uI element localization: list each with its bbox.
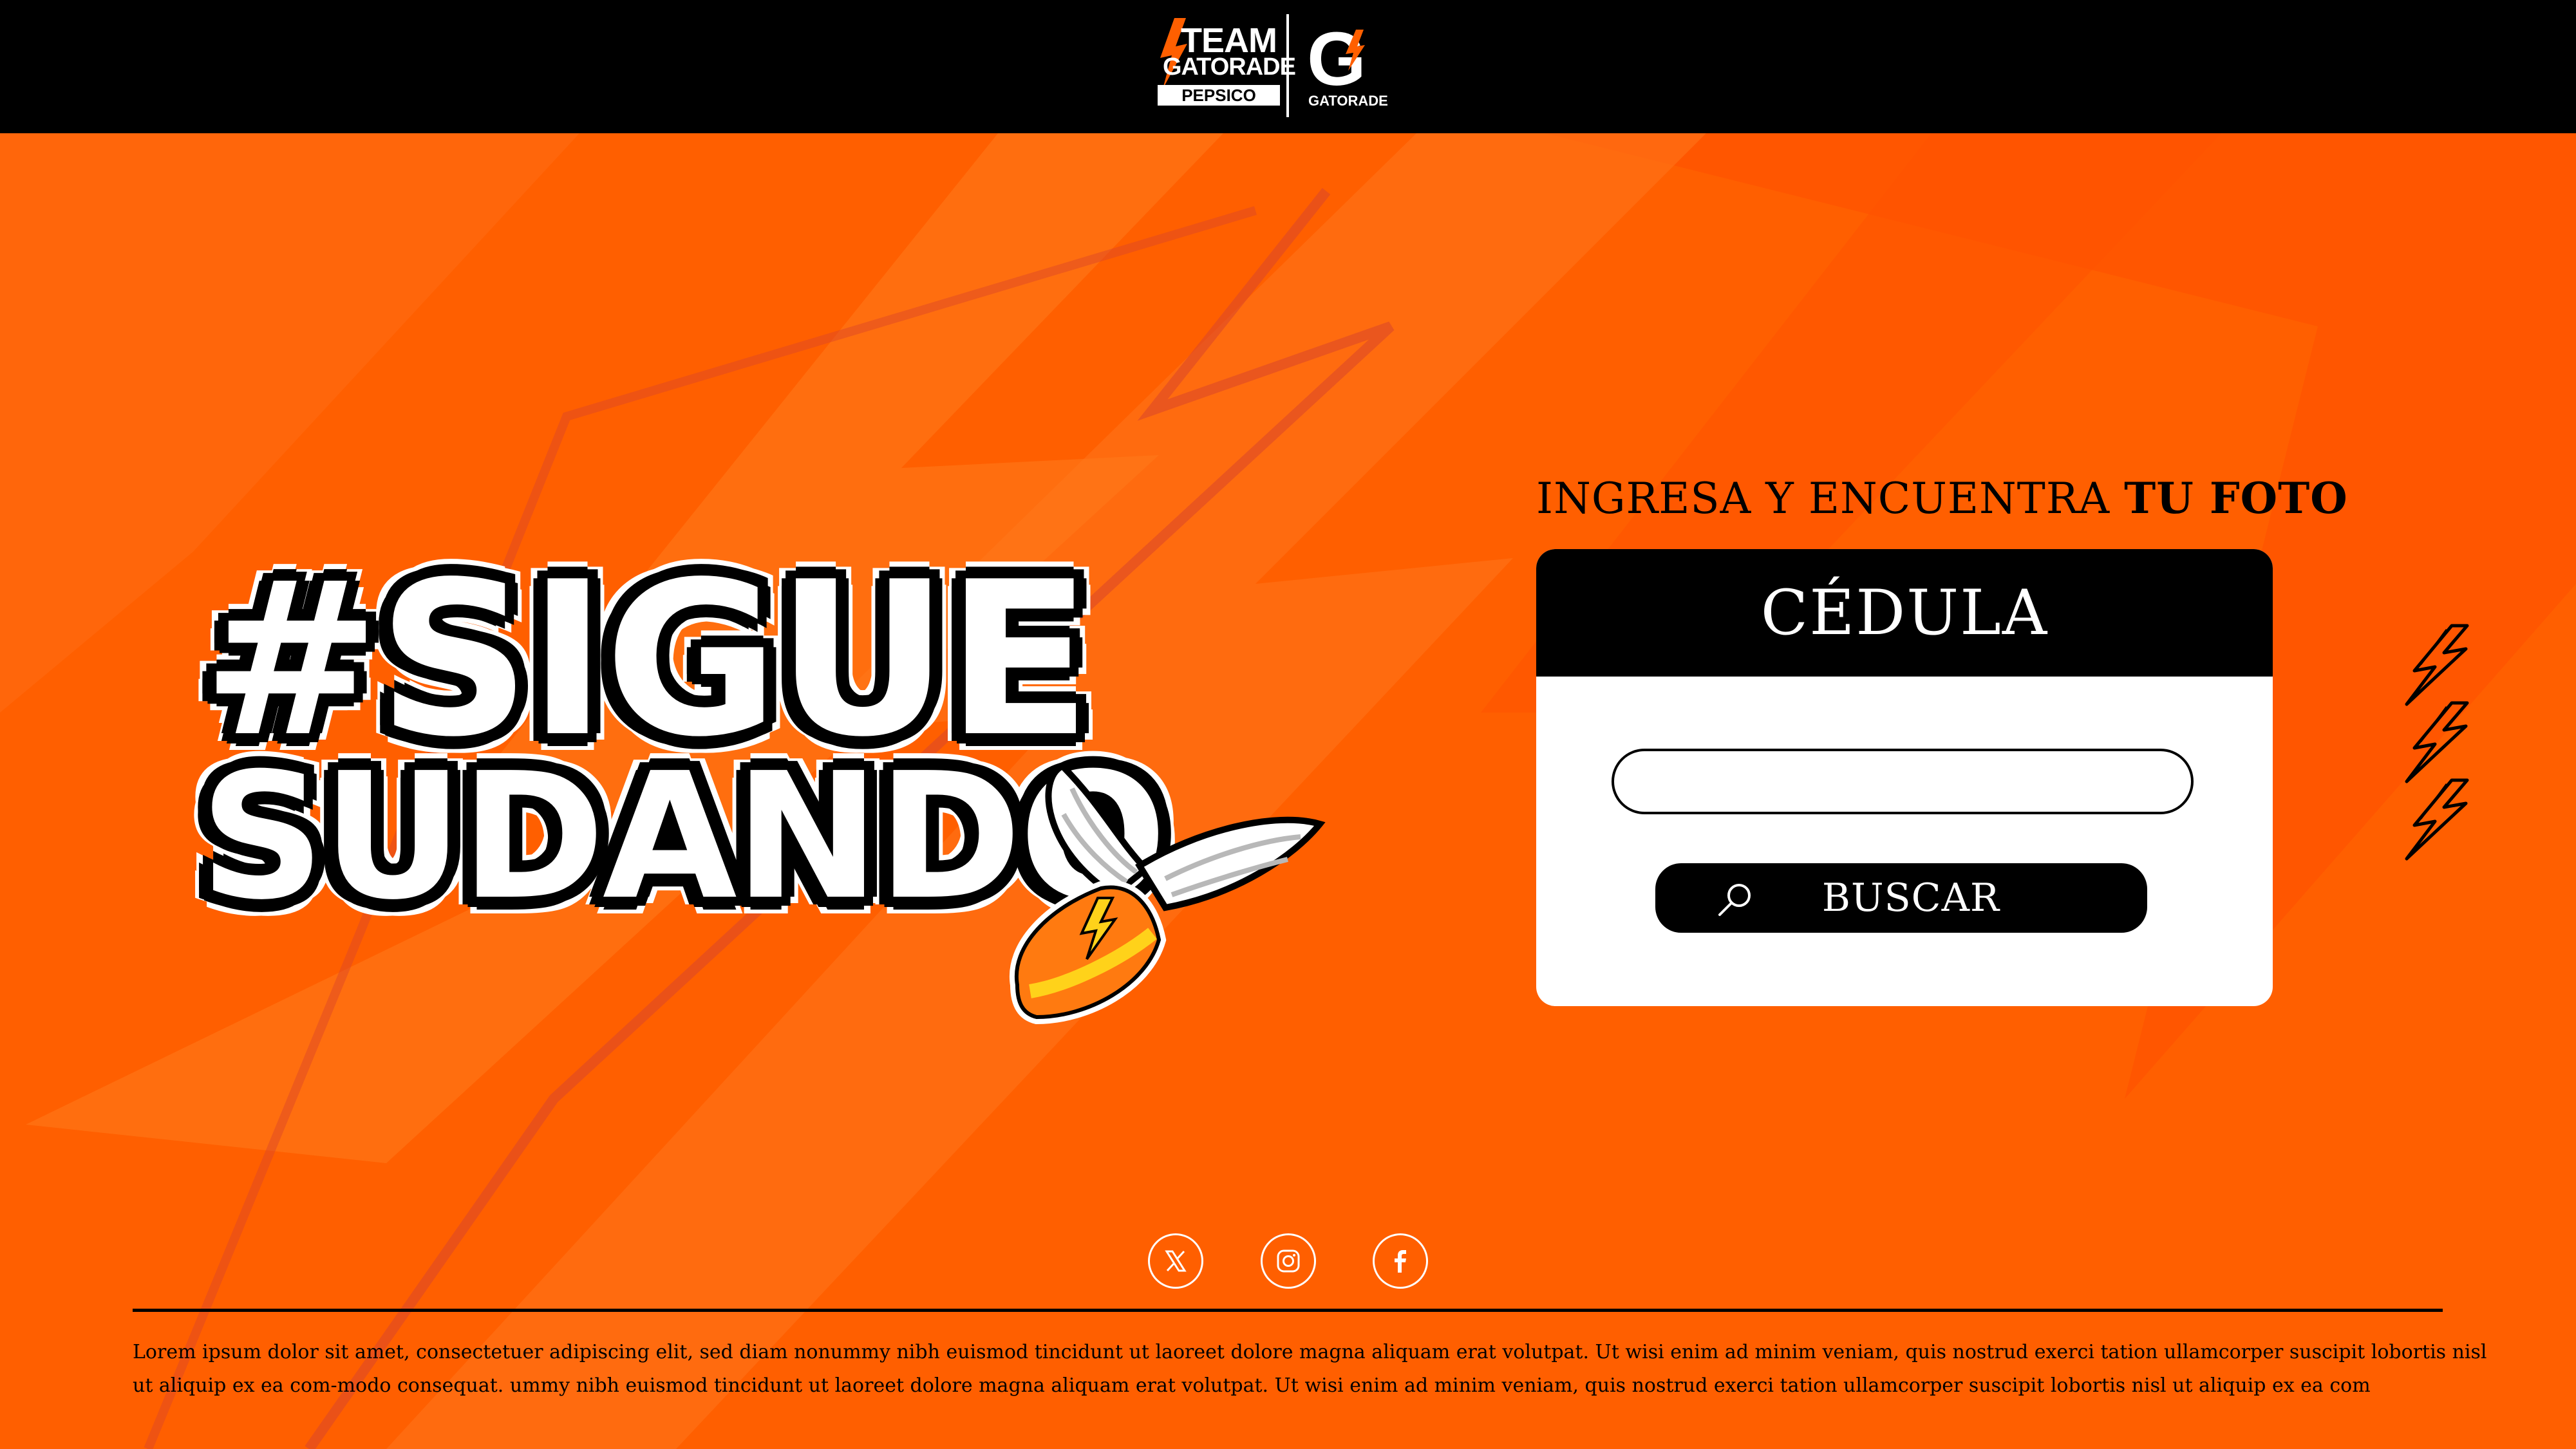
search-card: CÉDULA BUSCAR xyxy=(1536,549,2273,1006)
brand-divider xyxy=(1286,14,1289,117)
cedula-input[interactable] xyxy=(1612,749,2194,814)
bolt-icon xyxy=(2405,701,2469,783)
gatorade-wordmark: GATORADE xyxy=(1163,53,1296,80)
gatorade-caption: GATORADE xyxy=(1308,93,1388,109)
instagram-icon xyxy=(1277,1249,1300,1273)
hero-title-line-1: #SIGUE xyxy=(202,536,1091,783)
winged-shoe-illustration xyxy=(1009,762,1326,1025)
bolt-icon xyxy=(2405,778,2469,861)
instagram-social-link[interactable] xyxy=(1261,1233,1316,1289)
form-heading-emphasis: TU FOTO xyxy=(2124,473,2348,523)
card-title: CÉDULA xyxy=(1536,549,2273,677)
bolt-icon xyxy=(2405,624,2469,706)
footer-divider xyxy=(133,1309,2443,1312)
team-gatorade-logo: TEAM GATORADE PEPSICO xyxy=(1149,14,1296,111)
form-heading: INGRESA Y ENCUENTRA TU FOTO xyxy=(1536,473,2347,523)
top-bar: TEAM GATORADE PEPSICO G GATORADE xyxy=(0,0,2576,133)
form-heading-prefix: INGRESA Y ENCUENTRA xyxy=(1536,474,2125,523)
search-button-label: BUSCAR xyxy=(1821,875,2000,921)
legal-text: Lorem ipsum dolor sit amet, consectetuer… xyxy=(133,1341,2487,1397)
team-wordmark: TEAM xyxy=(1181,21,1277,60)
search-button[interactable]: BUSCAR xyxy=(1655,863,2147,933)
facebook-icon xyxy=(1395,1250,1406,1273)
facebook-social-link[interactable] xyxy=(1373,1233,1428,1289)
x-icon xyxy=(1165,1250,1187,1272)
brand-lockup[interactable]: TEAM GATORADE PEPSICO G GATORADE xyxy=(1149,14,1388,117)
x-social-link[interactable] xyxy=(1148,1233,1203,1289)
pepsico-wordmark: PEPSICO xyxy=(1158,85,1280,106)
